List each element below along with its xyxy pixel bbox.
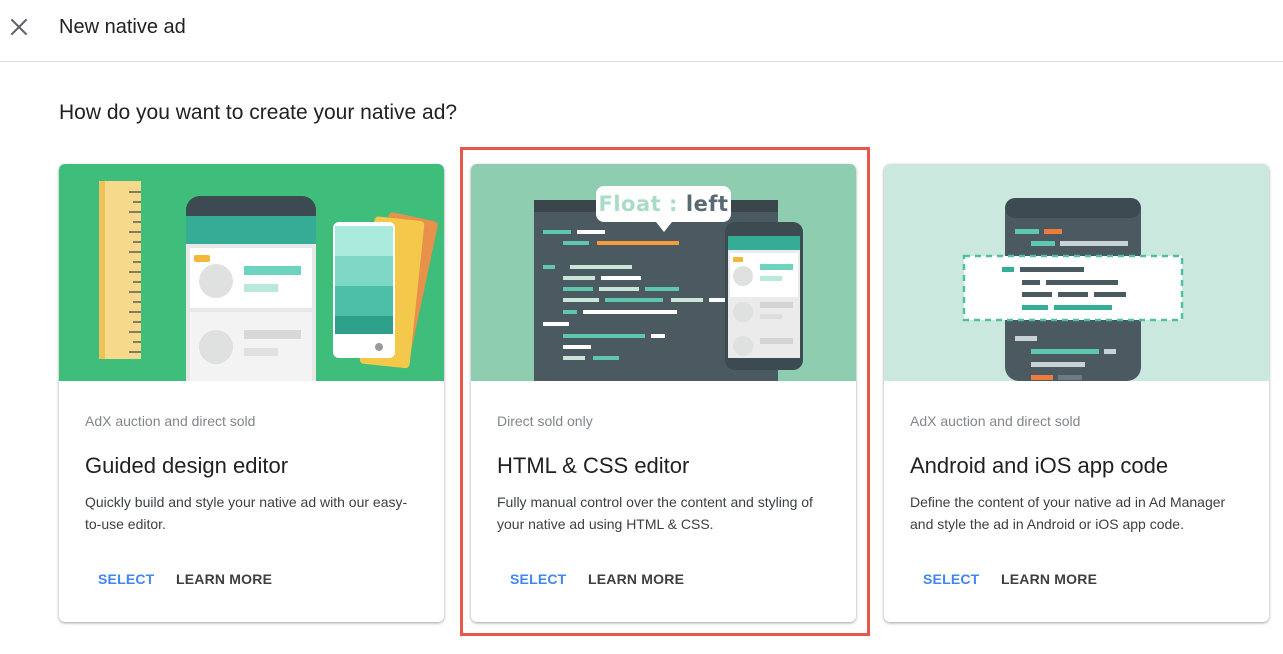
select-button[interactable]: SELECT <box>923 566 979 592</box>
card-subtitle: AdX auction and direct sold <box>85 413 256 429</box>
guided-editor-illustration <box>59 164 444 381</box>
app-code-illustration <box>884 164 1269 381</box>
card-description: Fully manual control over the content an… <box>497 494 813 532</box>
card-title: Android and iOS app code <box>910 453 1169 478</box>
card-guided-design-editor: AdX auction and direct sold Guided desig… <box>59 164 444 622</box>
card-description: Quickly build and style your native ad w… <box>85 494 408 532</box>
card-android-ios-app-code: AdX auction and direct sold Android and … <box>884 164 1269 622</box>
learn-more-button[interactable]: LEARN MORE <box>588 566 684 592</box>
close-button[interactable] <box>4 12 34 42</box>
speech-bubble: Float : left <box>596 186 731 222</box>
bubble-value: left <box>685 192 729 216</box>
card-title: HTML & CSS editor <box>497 453 690 478</box>
section-heading: How do you want to create your native ad… <box>59 101 458 124</box>
html-editor-illustration: Float : left <box>471 164 856 381</box>
top-bar: New native ad <box>0 0 1283 62</box>
learn-more-button[interactable]: LEARN MORE <box>176 566 272 592</box>
card-subtitle: Direct sold only <box>497 413 593 429</box>
card-title: Guided design editor <box>85 453 289 478</box>
card-description: Define the content of your native ad in … <box>910 494 1226 532</box>
bubble-key: Float : <box>598 192 678 216</box>
select-button[interactable]: SELECT <box>98 566 154 592</box>
page-title: New native ad <box>59 16 186 38</box>
select-button[interactable]: SELECT <box>510 566 566 592</box>
card-subtitle: AdX auction and direct sold <box>910 413 1081 429</box>
learn-more-button[interactable]: LEARN MORE <box>1001 566 1097 592</box>
close-icon <box>11 19 27 35</box>
card-html-css-editor: Float : left Direct sold only HTML & CSS… <box>471 164 856 622</box>
